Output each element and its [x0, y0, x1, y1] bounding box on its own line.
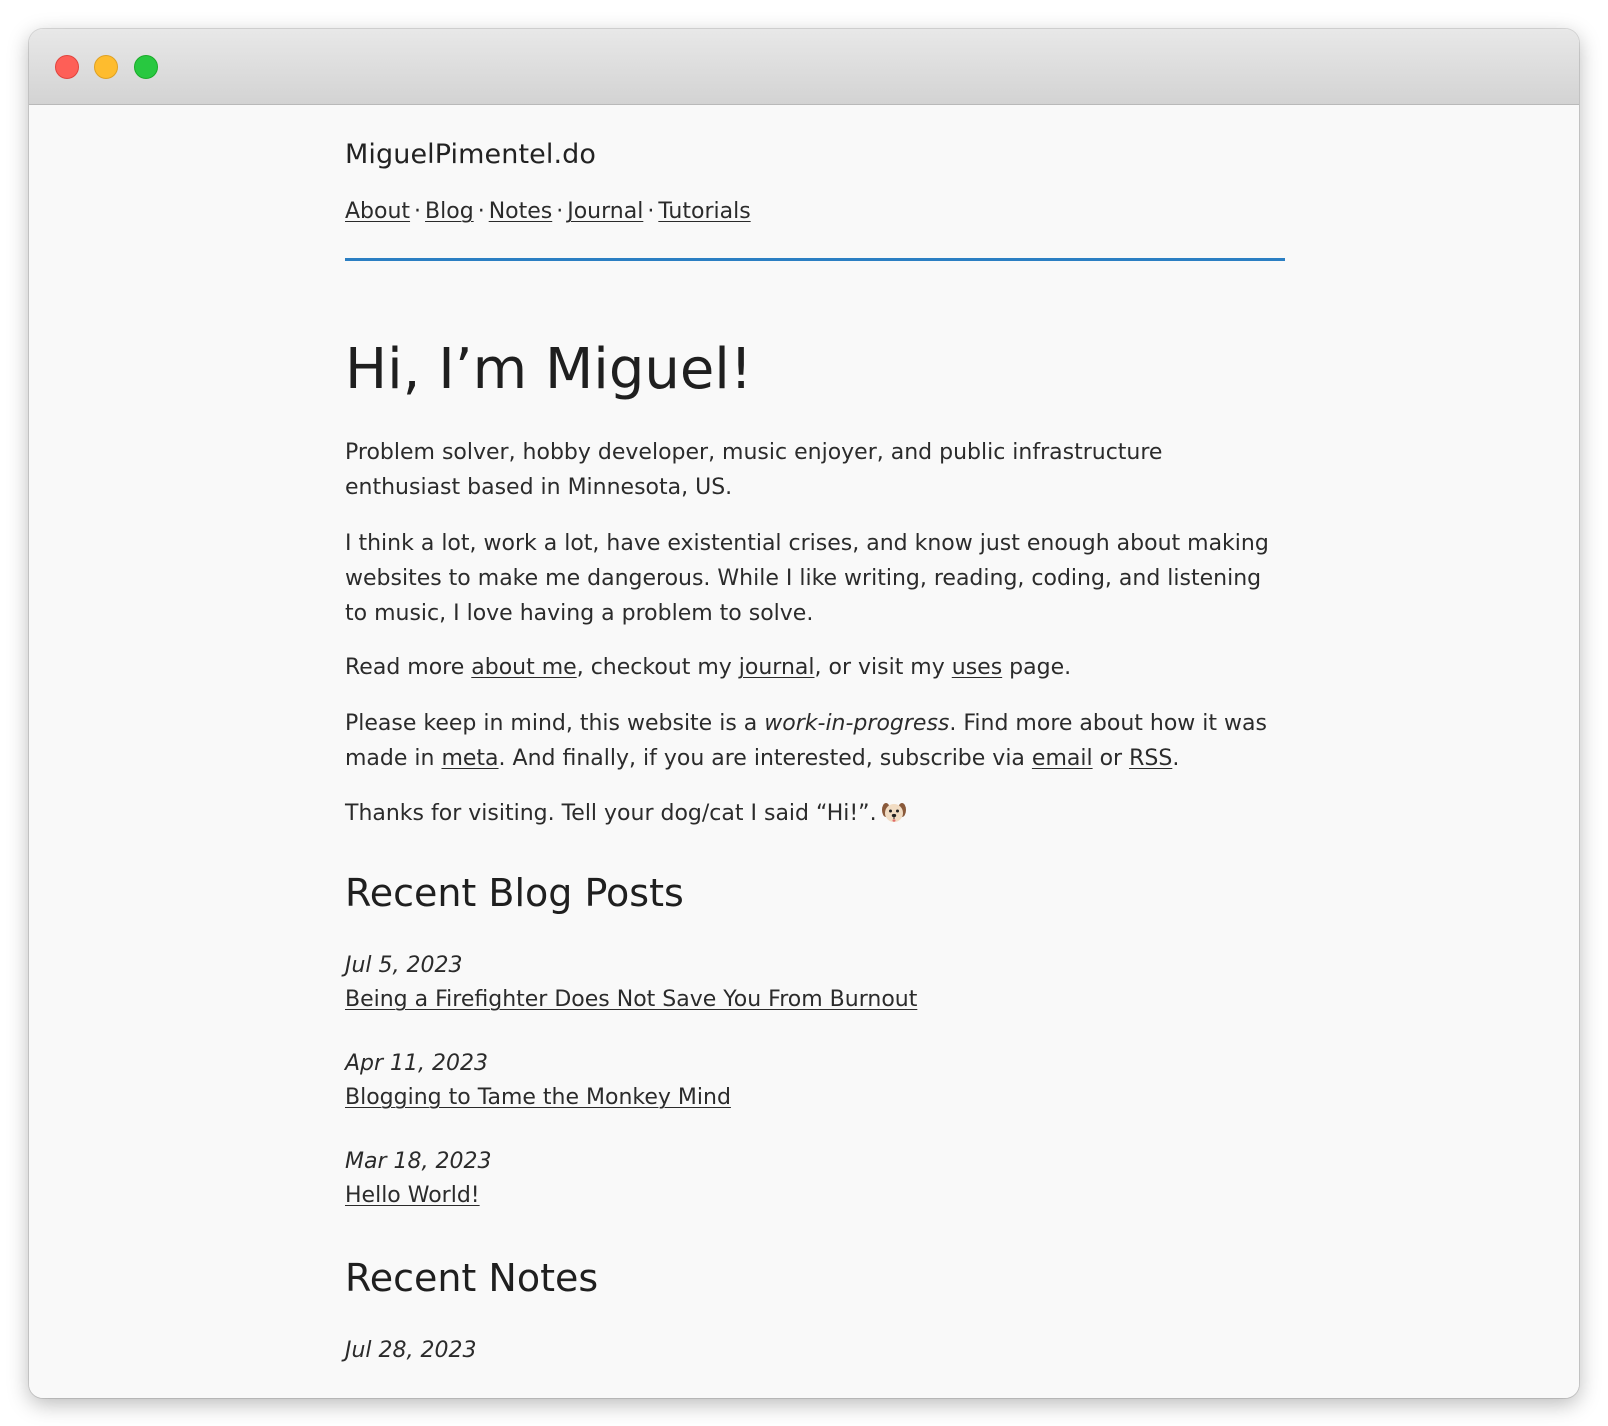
- minimize-window-button[interactable]: [94, 55, 118, 79]
- site-title[interactable]: MiguelPimentel.do: [345, 139, 596, 170]
- intro-paragraph-5: Thanks for visiting. Tell your dog/cat I…: [345, 796, 1275, 831]
- maximize-window-button[interactable]: [134, 55, 158, 79]
- window-titlebar: [29, 29, 1579, 105]
- header-divider: [345, 258, 1285, 261]
- post-date: Apr 11, 2023: [345, 1051, 489, 1076]
- browser-window: MiguelPimentel.do About · Blog · Notes · Journ…: [29, 29, 1579, 1398]
- post-date: Jul 5, 2023: [345, 953, 463, 978]
- page-heading: Hi, I’m Miguel!: [345, 337, 753, 402]
- nav-separator: ·: [414, 199, 422, 224]
- dog-face-icon: [881, 800, 907, 824]
- text-span: , or visit my: [814, 655, 952, 680]
- nav-separator: ·: [647, 199, 655, 224]
- close-window-button[interactable]: [55, 55, 79, 79]
- post-date: Mar 18, 2023: [345, 1149, 492, 1174]
- meta-link[interactable]: meta: [441, 746, 498, 771]
- text-span: page.: [1002, 655, 1072, 680]
- nav-separator: ·: [477, 199, 485, 224]
- email-link[interactable]: email: [1032, 746, 1093, 771]
- text-span: Please keep in mind, this website is a: [345, 711, 765, 736]
- text-span: Read more: [345, 655, 472, 680]
- nav-link-about[interactable]: About: [345, 199, 410, 224]
- intro-paragraph-2: I think a lot, work a lot, have existent…: [345, 531, 1269, 626]
- about-me-link[interactable]: about me: [471, 655, 576, 680]
- nav-link-journal[interactable]: Journal: [567, 199, 643, 224]
- journal-link[interactable]: journal: [739, 655, 815, 680]
- nav-link-blog[interactable]: Blog: [425, 199, 474, 224]
- main-nav: About · Blog · Notes · Journal · Tutorials: [345, 199, 751, 224]
- nav-link-tutorials[interactable]: Tutorials: [658, 199, 750, 224]
- text-span: or: [1092, 746, 1130, 771]
- intro-paragraph-4: Please keep in mind, this website is a w…: [345, 706, 1275, 776]
- uses-link[interactable]: uses: [952, 655, 1002, 680]
- nav-link-notes[interactable]: Notes: [489, 199, 553, 224]
- recent-notes-heading: Recent Notes: [345, 1256, 599, 1300]
- emphasis-text: work-in-progress: [764, 711, 950, 736]
- recent-posts-heading: Recent Blog Posts: [345, 871, 684, 915]
- text-span: . And finally, if you are interested, su…: [498, 746, 1032, 771]
- post-link[interactable]: Being a Firefighter Does Not Save You Fr…: [345, 987, 917, 1012]
- page-viewport: MiguelPimentel.do About · Blog · Notes · Journ…: [29, 105, 1579, 1398]
- text-span: , checkout my: [576, 655, 739, 680]
- post-link[interactable]: Blogging to Tame the Monkey Mind: [345, 1085, 731, 1110]
- post-link[interactable]: Hello World!: [345, 1183, 480, 1208]
- text-span: .: [1172, 746, 1180, 771]
- nav-separator: ·: [556, 199, 564, 224]
- rss-link[interactable]: RSS: [1129, 746, 1172, 771]
- note-date: Jul 28, 2023: [345, 1338, 477, 1363]
- intro-paragraph-3: Read more about me, checkout my journal,…: [345, 650, 1275, 685]
- text-span: Thanks for visiting. Tell your dog/cat I…: [345, 801, 877, 826]
- intro-paragraph-1: Problem solver, hobby developer, music e…: [345, 440, 1163, 500]
